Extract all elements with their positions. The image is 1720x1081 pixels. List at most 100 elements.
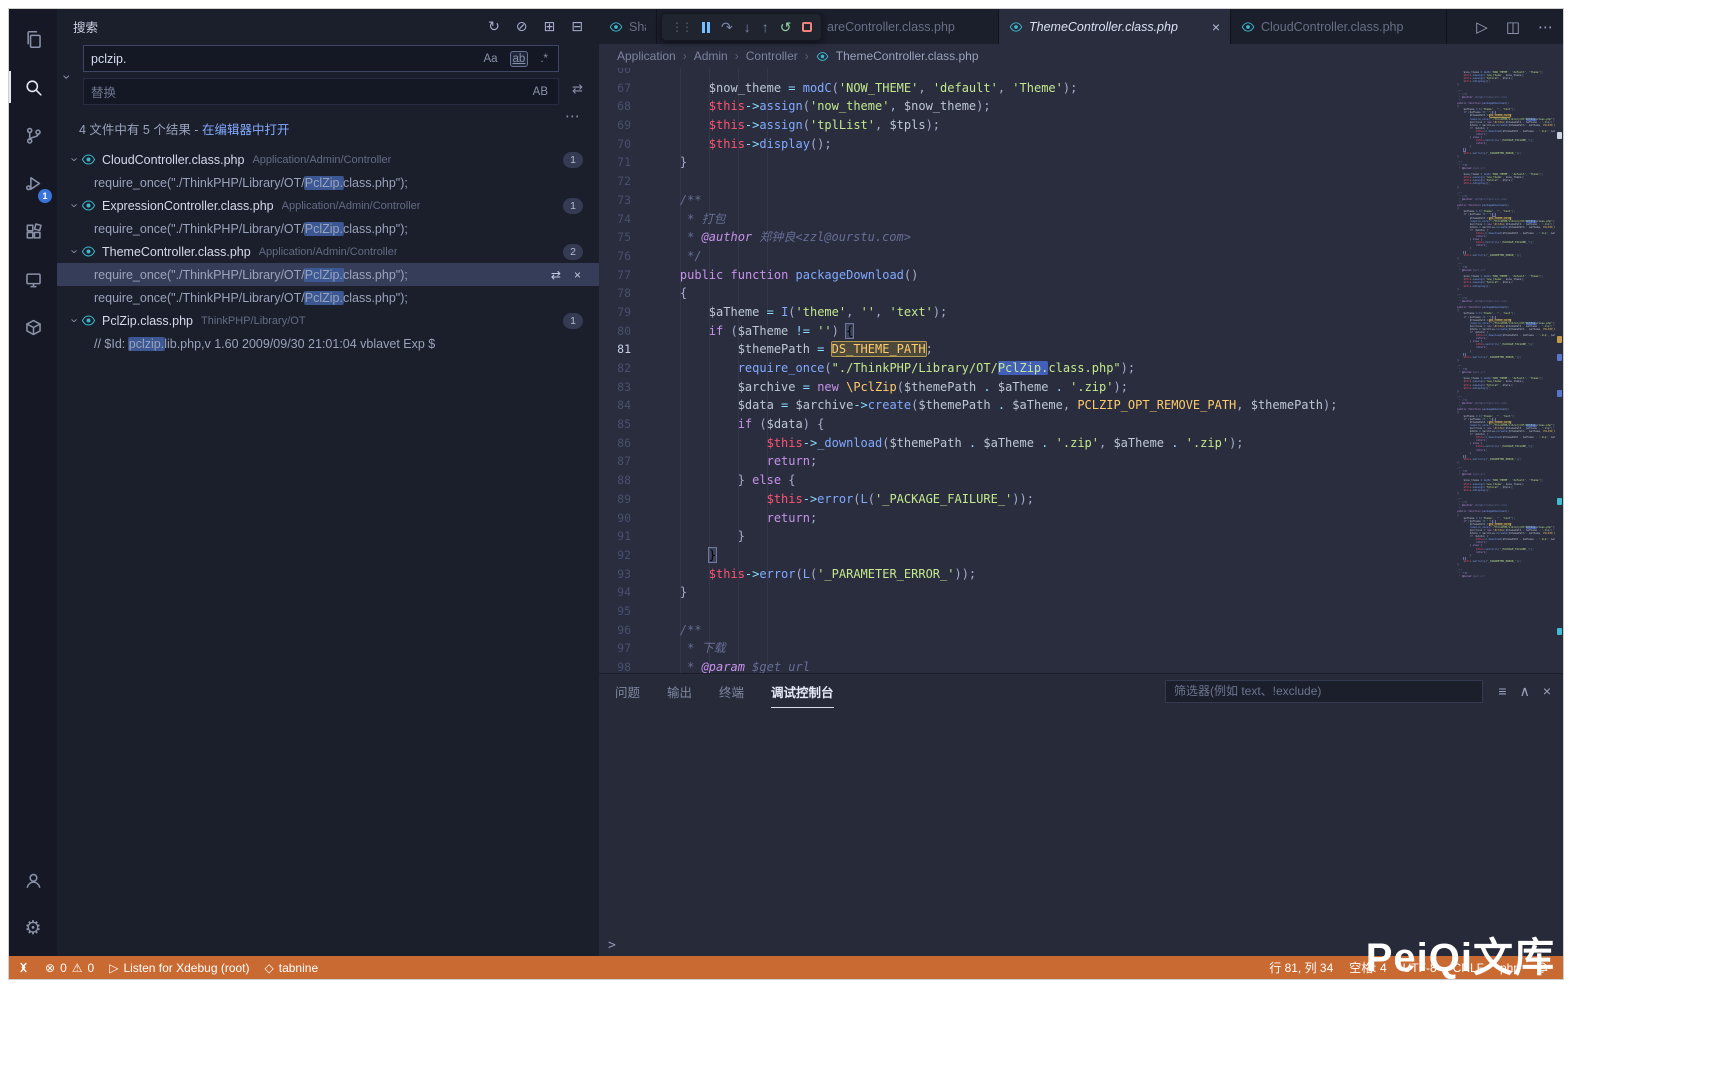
code-line[interactable]: 78 { (599, 284, 1443, 303)
debug-console[interactable]: > (599, 708, 1563, 957)
editor-tab[interactable]: ThemeController.class.php× (999, 9, 1231, 44)
search-input[interactable]: pclzip. Aaab.* (83, 45, 559, 72)
explorer-icon[interactable] (9, 15, 57, 63)
run-debug-icon[interactable]: 1 (9, 159, 57, 207)
code-line[interactable]: 91 } (599, 527, 1443, 546)
code-line[interactable]: 79 $aTheme = I('theme', '', 'text'); (599, 303, 1443, 322)
file-result-row[interactable]: ›ThemeController.class.phpApplication/Ad… (57, 240, 599, 263)
code-line[interactable]: 80 if ($aTheme != '') { (599, 322, 1443, 341)
code-line[interactable]: 68 $this->assign('now_theme', $now_theme… (599, 97, 1443, 116)
breadcrumb-item[interactable]: Admin (694, 49, 728, 63)
search-match-row[interactable]: require_once("./ThinkPHP/Library/OT/PclZ… (57, 286, 599, 309)
restart-icon[interactable]: ↺ (780, 20, 792, 34)
search-match-row[interactable]: // $Id: pclzip.lib.php,v 1.60 2009/09/30… (57, 332, 599, 355)
search-match-row[interactable]: require_once("./ThinkPHP/Library/OT/PclZ… (57, 171, 599, 194)
code-line[interactable]: 87 return; (599, 452, 1443, 471)
panel-tab[interactable]: 问题 (615, 674, 640, 708)
refresh-icon[interactable]: ↻ (488, 18, 500, 35)
file-result-row[interactable]: ›PclZip.class.phpThinkPHP/Library/OT1 (57, 309, 599, 332)
code-line[interactable]: 93 $this->error(L('_PARAMETER_ERROR_')); (599, 565, 1443, 584)
problems-indicator[interactable]: ⊗0⚠0 (45, 961, 94, 975)
breadcrumb-item[interactable]: ThemeController.class.php (836, 49, 979, 63)
extensions-icon[interactable] (9, 207, 57, 255)
replace-input[interactable]: 替换 AB (83, 78, 559, 105)
stop-icon[interactable] (802, 22, 812, 32)
match-case-toggle[interactable]: Aa (480, 51, 500, 67)
code-line[interactable]: 77 public function packageDownload() (599, 266, 1443, 285)
code-line[interactable]: 82 require_once("./ThinkPHP/Library/OT/P… (599, 359, 1443, 378)
chevron-down-icon[interactable]: › (68, 246, 83, 258)
code-line[interactable]: 76 */ (599, 247, 1443, 266)
tabnine-indicator[interactable]: ◇tabnine (265, 961, 319, 975)
filter-icon[interactable]: ≡ (1498, 683, 1506, 699)
code-line[interactable]: 67 $now_theme = modC('NOW_THEME', 'defau… (599, 79, 1443, 98)
drag-handle-icon[interactable]: ⋮⋮ (671, 20, 691, 34)
account-icon[interactable] (9, 856, 57, 904)
code-line[interactable]: 70 $this->display(); (599, 135, 1443, 154)
step-into-icon[interactable]: ↓ (744, 20, 751, 34)
toggle-replace-icon[interactable]: › (59, 75, 75, 80)
search-match-row[interactable]: require_once("./ThinkPHP/Library/OT/PclZ… (57, 217, 599, 240)
source-control-icon[interactable] (9, 111, 57, 159)
close-panel-icon[interactable]: × (1543, 683, 1551, 699)
xdebug-listener[interactable]: ▷Listen for Xdebug (root) (109, 961, 249, 975)
minimap[interactable]: $now_theme = modC('NOW_THEME', 'default'… (1451, 68, 1555, 673)
code-line[interactable]: 85 if ($data) { (599, 415, 1443, 434)
more-icon[interactable]: ⋯ (565, 107, 581, 125)
code-line[interactable]: 98 * @param $get_url (599, 658, 1443, 673)
code-line[interactable]: 86 $this->_download($themePath . $aTheme… (599, 434, 1443, 453)
remote-indicator[interactable] (17, 961, 30, 974)
panel-tab[interactable]: 输出 (667, 674, 692, 708)
code-line[interactable]: 75 * @author 郑钟良<zzl@ourstu.com> (599, 228, 1443, 247)
panel-tab[interactable]: 终端 (719, 674, 744, 708)
chevron-down-icon[interactable]: › (68, 154, 83, 166)
code-line[interactable]: 74 * 打包 (599, 210, 1443, 229)
collapse-all-icon[interactable]: ⊟ (571, 18, 583, 35)
pause-icon[interactable] (702, 22, 710, 33)
panel-filter-input[interactable]: 筛选器(例如 text、!exclude) (1165, 680, 1483, 703)
breadcrumb-item[interactable]: Application (617, 49, 676, 63)
code-line[interactable]: 95 (599, 602, 1443, 621)
clear-results-icon[interactable]: ⊘ (516, 18, 528, 35)
code-line[interactable]: 96 /** (599, 621, 1443, 640)
code-line[interactable]: 66 (599, 68, 1443, 79)
code-editor[interactable]: 6667 $now_theme = modC('NOW_THEME', 'def… (599, 68, 1563, 673)
replace-all-icon[interactable]: ⇄ (572, 81, 583, 97)
breadcrumb-item[interactable]: Controller (746, 49, 798, 63)
status-right-item[interactable]: 行 81, 列 34 (1269, 959, 1333, 976)
dismiss-icon[interactable]: × (574, 268, 581, 282)
code-line[interactable]: 69 $this->assign('tplList', $tpls); (599, 116, 1443, 135)
editor-tab[interactable]: CloudController.class.php (1231, 9, 1447, 44)
chevron-down-icon[interactable]: › (68, 315, 83, 327)
run-icon[interactable]: ▷ (1476, 18, 1488, 36)
preserve-case-toggle[interactable]: AB (530, 84, 551, 100)
more-actions-icon[interactable]: ⋯ (1538, 18, 1553, 36)
code-line[interactable]: 97 * 下载 (599, 639, 1443, 658)
code-line[interactable]: 90 return; (599, 509, 1443, 528)
code-line[interactable]: 94 } (599, 583, 1443, 602)
settings-icon[interactable]: ⚙ (9, 904, 57, 952)
console-prompt[interactable]: > (608, 938, 616, 953)
step-over-icon[interactable]: ↷ (721, 20, 733, 34)
code-line[interactable]: 72 (599, 172, 1443, 191)
editor-tab[interactable]: Share (599, 9, 657, 44)
file-result-row[interactable]: ›ExpressionController.class.phpApplicati… (57, 194, 599, 217)
replace-match-icon[interactable]: ⇄ (551, 268, 561, 282)
package-explorer-icon[interactable] (9, 303, 57, 351)
new-search-editor-icon[interactable]: ⊞ (544, 18, 556, 35)
search-match-row[interactable]: require_once("./ThinkPHP/Library/OT/PclZ… (57, 263, 599, 286)
whole-word-toggle[interactable]: ab (510, 51, 529, 67)
code-line[interactable]: 84 $data = $archive->create($themePath .… (599, 396, 1443, 415)
search-icon[interactable] (9, 63, 57, 111)
code-line[interactable]: 81 $themePath = DS_THEME_PATH; (599, 340, 1443, 359)
code-line[interactable]: 73 /** (599, 191, 1443, 210)
code-line[interactable]: 88 } else { (599, 471, 1443, 490)
chevron-down-icon[interactable]: › (68, 200, 83, 212)
open-in-editor-link[interactable]: 在编辑器中打开 (202, 123, 290, 137)
close-icon[interactable]: × (1212, 19, 1220, 35)
panel-tab[interactable]: 调试控制台 (771, 674, 834, 708)
remote-explorer-icon[interactable] (9, 255, 57, 303)
regex-toggle[interactable]: .* (537, 51, 551, 67)
collapse-panel-icon[interactable]: ∧ (1520, 683, 1530, 700)
code-line[interactable]: 89 $this->error(L('_PACKAGE_FAILURE_')); (599, 490, 1443, 509)
